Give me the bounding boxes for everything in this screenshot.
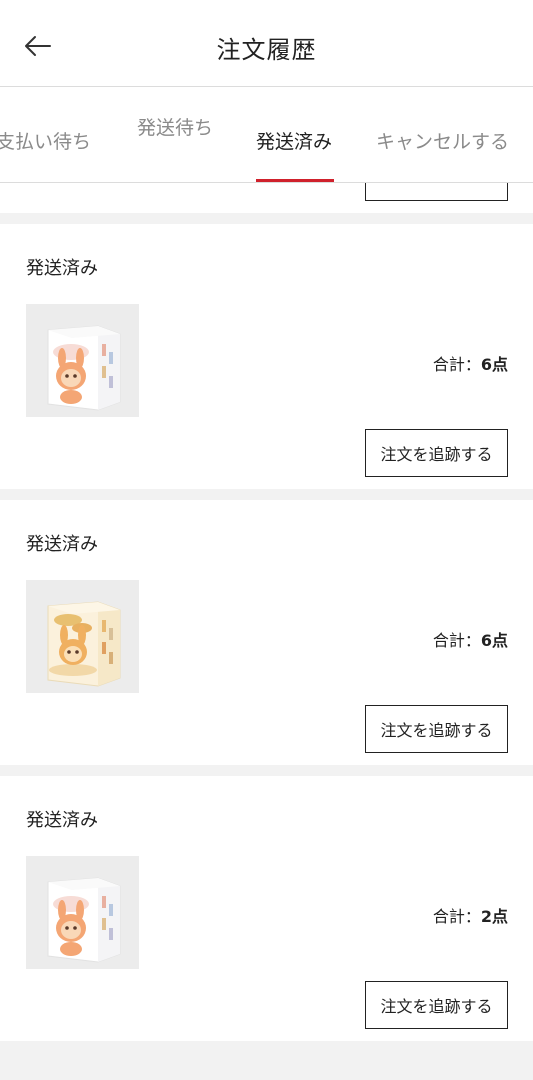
total-count: 6点: [480, 631, 508, 650]
track-order-button-partial[interactable]: [365, 183, 508, 201]
track-order-button[interactable]: 注文を追跡する: [365, 705, 508, 753]
track-order-button[interactable]: 注文を追跡する: [365, 429, 508, 477]
track-order-button[interactable]: 注文を追跡する: [365, 981, 508, 1029]
order-card: 発送済み 合計：2点 注文を追跡する: [0, 776, 533, 1041]
total-label: 合計：: [432, 907, 481, 926]
product-thumbnail[interactable]: [26, 856, 139, 969]
tab-shipped[interactable]: 発送済み: [256, 127, 332, 154]
order-total: 合計：6点: [433, 627, 508, 651]
order-status: 発送済み: [26, 534, 98, 555]
order-status: 発送済み: [26, 810, 98, 831]
labubu-box-yellow-image: [47, 601, 121, 687]
order-card: 発送済み 合計：6点 注文を追跡する: [0, 224, 533, 489]
order-total: 合計：6点: [433, 351, 508, 375]
order-status: 発送済み: [26, 258, 98, 279]
labubu-box-orange-image: [47, 325, 121, 411]
total-label: 合計：: [432, 355, 481, 374]
total-count: 6点: [480, 355, 508, 374]
total-label: 合計：: [432, 631, 481, 650]
product-thumbnail[interactable]: [26, 304, 139, 417]
tab-awaiting-payment[interactable]: 支払い待ち: [0, 127, 91, 154]
tab-cancelled[interactable]: キャンセルする: [376, 127, 509, 154]
order-total: 合計：2点: [433, 903, 508, 927]
tab-awaiting-shipment[interactable]: 発送待ち: [137, 113, 213, 140]
previous-order-card-partial: [0, 183, 533, 213]
page-title: 注文履歴: [216, 36, 317, 64]
app-header: 注文履歴: [0, 0, 533, 87]
active-tab-indicator: [256, 179, 334, 182]
total-count: 2点: [480, 907, 508, 926]
order-card: 発送済み 合計：6点 注文を追跡する: [0, 500, 533, 765]
product-thumbnail[interactable]: [26, 580, 139, 693]
order-status-tabs: 支払い待ち 発送待ち 発送済み キャンセルする: [0, 87, 533, 183]
labubu-box-orange-image: [47, 877, 121, 963]
